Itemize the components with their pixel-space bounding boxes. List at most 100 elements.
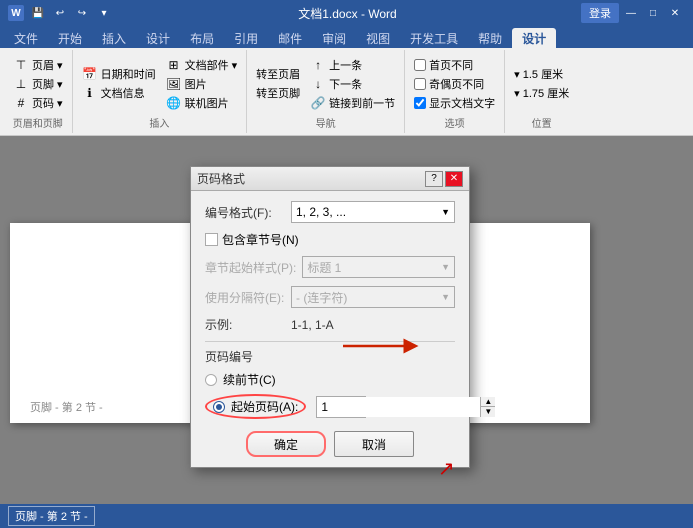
tab-help[interactable]: 帮助	[468, 28, 512, 48]
online-picture-label: 联机图片	[185, 95, 229, 111]
spinbox-up-button[interactable]: ▲	[481, 397, 495, 408]
format-select[interactable]: 1, 2, 3, ... ▼	[291, 201, 455, 223]
chapter-style-row: 章节起始样式(P): 标题 1 ▼	[205, 256, 455, 278]
dialog-close-button[interactable]: ✕	[445, 171, 463, 187]
tab-design[interactable]: 设计	[136, 28, 180, 48]
pagenum-icon: #	[13, 95, 29, 111]
separator-select: - (连字符) ▼	[291, 286, 455, 308]
chapter-style-select: 标题 1 ▼	[302, 256, 455, 278]
close-button[interactable]: ✕	[665, 3, 685, 23]
link-prev-button[interactable]: 🔗 链接到前一节	[307, 94, 398, 112]
footer-indicator-text: 页脚 - 第 2 节 -	[30, 402, 103, 414]
redo-button[interactable]: ↪	[72, 3, 92, 23]
docinfo-label: 文档信息	[101, 85, 145, 101]
docinfo-button[interactable]: ℹ 文档信息	[79, 84, 159, 102]
separator-row: 使用分隔符(E): - (连字符) ▼	[205, 286, 455, 308]
footer-label: 页脚 ▾	[32, 76, 63, 92]
diff-odd-even-checkbox[interactable]	[414, 78, 426, 90]
group-label-5: 位置	[532, 115, 552, 131]
ribbon-group-content-2: 📅 日期和时间 ℹ 文档信息 ⊞ 文档部件 ▾ 🖼 图片 🌐	[79, 52, 241, 115]
footer-button[interactable]: ⊥ 页脚 ▾	[10, 75, 66, 93]
goto-footer-label: 转至页脚	[256, 85, 300, 101]
footer-pos-button[interactable]: ▾ 1.75 厘米	[511, 84, 572, 102]
spinbox-down-button[interactable]: ▼	[481, 407, 495, 417]
pagenum-button[interactable]: # 页码 ▾	[10, 94, 66, 112]
diff-first-page-label: 首页不同	[429, 57, 473, 73]
footer-indicator: 页脚 - 第 2 节 -	[30, 399, 103, 415]
dialog-help-button[interactable]: ?	[425, 171, 443, 187]
next-icon: ↓	[310, 76, 326, 92]
tab-view[interactable]: 视图	[356, 28, 400, 48]
diff-odd-even-button[interactable]: 奇偶页不同	[411, 75, 498, 93]
continue-radio[interactable]	[205, 374, 217, 386]
docparts-icon: ⊞	[166, 57, 182, 73]
picture-button[interactable]: 🖼 图片	[163, 75, 241, 93]
show-doc-text-checkbox[interactable]	[414, 97, 426, 109]
tab-devtools[interactable]: 开发工具	[400, 28, 468, 48]
dialog-buttons: 确定 取消	[205, 431, 455, 457]
dialog-controls: ? ✕	[425, 171, 463, 187]
include-chapter-label: 包含章节号(N)	[222, 231, 299, 248]
group-label-4: 选项	[445, 115, 465, 131]
undo-button[interactable]: ↩	[50, 3, 70, 23]
quick-access-button[interactable]: ▾	[94, 3, 114, 23]
docparts-label: 文档部件 ▾	[185, 57, 238, 73]
tab-review[interactable]: 审阅	[312, 28, 356, 48]
group-label-3: 导航	[316, 115, 336, 131]
window-title: 文档1.docx - Word	[114, 5, 581, 22]
save-button[interactable]: 💾	[28, 3, 48, 23]
ribbon-col-5: ↑ 上一条 ↓ 下一条 🔗 链接到前一节	[307, 56, 398, 112]
title-bar-right: 登录 — □ ✕	[581, 3, 685, 23]
start-at-radio[interactable]	[213, 401, 225, 413]
tab-file[interactable]: 文件	[4, 28, 48, 48]
start-at-spinbox[interactable]: ▲ ▼	[316, 396, 366, 418]
header-button[interactable]: ⊤ 页眉 ▾	[10, 56, 66, 74]
login-button[interactable]: 登录	[581, 3, 619, 23]
header-icon: ⊤	[13, 57, 29, 73]
diff-first-page-button[interactable]: 首页不同	[411, 56, 498, 74]
pagenum-label: 页码 ▾	[32, 95, 63, 111]
goto-header-button[interactable]: 转至页眉	[253, 65, 303, 83]
prev-icon: ↑	[310, 57, 326, 73]
show-doc-text-button[interactable]: 显示文档文字	[411, 94, 498, 112]
prev-button[interactable]: ↑ 上一条	[307, 56, 398, 74]
ribbon-group-content-4: 首页不同 奇偶页不同 显示文档文字	[411, 52, 498, 115]
tab-references[interactable]: 引用	[224, 28, 268, 48]
separator-value: - (连字符)	[296, 289, 347, 306]
diff-first-page-checkbox[interactable]	[414, 59, 426, 71]
goto-footer-button[interactable]: 转至页脚	[253, 84, 303, 102]
ribbon-col-4: 转至页眉 转至页脚	[253, 65, 303, 102]
ribbon: ⊤ 页眉 ▾ ⊥ 页脚 ▾ # 页码 ▾ 页眉和页脚 📅 日期和时间	[0, 48, 693, 136]
tab-design-hf[interactable]: 设计	[512, 28, 556, 48]
docparts-button[interactable]: ⊞ 文档部件 ▾	[163, 56, 241, 74]
link-label: 链接到前一节	[329, 95, 395, 111]
example-label: 示例:	[205, 316, 285, 333]
tab-mail[interactable]: 邮件	[268, 28, 312, 48]
tab-insert[interactable]: 插入	[92, 28, 136, 48]
footer-icon: ⊥	[13, 76, 29, 92]
ribbon-group-content-3: 转至页眉 转至页脚 ↑ 上一条 ↓ 下一条 🔗 链接到前一节	[253, 52, 398, 115]
minimize-button[interactable]: —	[621, 3, 641, 23]
include-chapter-checkbox[interactable]	[205, 233, 218, 246]
ribbon-col-3: ⊞ 文档部件 ▾ 🖼 图片 🌐 联机图片	[163, 56, 241, 112]
group-label-1: 页眉和页脚	[13, 115, 63, 131]
ribbon-tabs: 文件 开始 插入 设计 布局 引用 邮件 审阅 视图 开发工具 帮助 设计	[0, 26, 693, 48]
dialog-title-bar: 页码格式 ? ✕	[191, 167, 469, 191]
dialog-title: 页码格式	[197, 170, 245, 187]
datetime-icon: 📅	[82, 66, 98, 82]
maximize-button[interactable]: □	[643, 3, 663, 23]
start-at-radio-row: 起始页码(A): ▲ ▼	[205, 394, 455, 419]
online-picture-button[interactable]: 🌐 联机图片	[163, 94, 241, 112]
ribbon-group-position: ▾ 1.5 厘米 ▾ 1.75 厘米 位置	[505, 50, 578, 133]
next-button[interactable]: ↓ 下一条	[307, 75, 398, 93]
header-pos-button[interactable]: ▾ 1.5 厘米	[511, 65, 572, 83]
datetime-button[interactable]: 📅 日期和时间	[79, 65, 159, 83]
tab-home[interactable]: 开始	[48, 28, 92, 48]
group-label-2: 插入	[149, 115, 169, 131]
cancel-button[interactable]: 取消	[334, 431, 414, 457]
ok-button[interactable]: 确定	[246, 431, 326, 457]
tab-layout[interactable]: 布局	[180, 28, 224, 48]
start-at-input[interactable]	[317, 397, 480, 417]
docinfo-icon: ℹ	[82, 85, 98, 101]
prev-label: 上一条	[329, 57, 362, 73]
